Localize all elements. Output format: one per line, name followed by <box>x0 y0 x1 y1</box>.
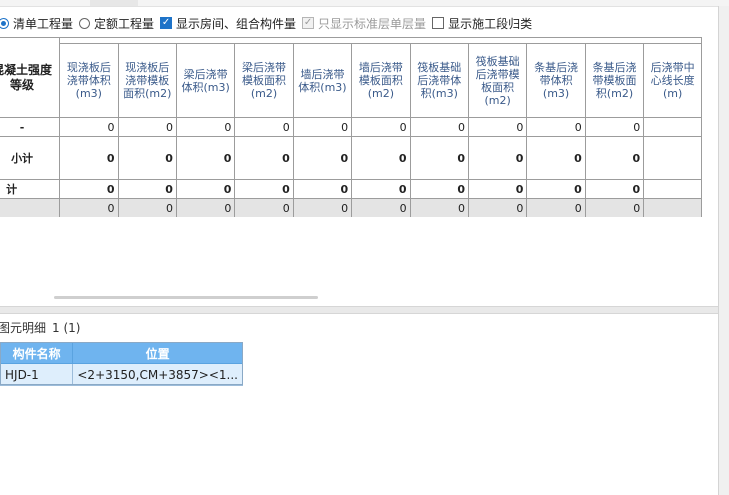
detail-row[interactable]: HJD-1 <2+3150,CM+3857><1... <box>0 363 243 386</box>
cell-value[interactable]: 0 <box>584 198 645 217</box>
option-bill-quantity[interactable]: 清单工程量 <box>0 15 73 32</box>
total-row[interactable]: 计 0 0 0 0 0 0 0 0 0 0 <box>0 179 702 199</box>
panel-splitter[interactable] <box>0 306 718 314</box>
option-label: 只显示标准层单层量 <box>318 16 427 31</box>
detail-table-container: 构件名称 位置 HJD-1 <2+3150,CM+3857><1... <box>0 342 243 386</box>
cell-value[interactable]: 0 <box>59 136 119 180</box>
cell-value[interactable]: 0 <box>59 179 119 199</box>
detail-panel-title: 图元明细 1 (1) <box>0 319 80 336</box>
cell-value[interactable]: 0 <box>234 198 294 217</box>
cell-value[interactable] <box>643 179 702 199</box>
row-label: 计 <box>0 179 61 199</box>
table-row[interactable]: - 0 0 0 0 0 0 0 0 0 0 <box>0 117 702 137</box>
cell-value[interactable]: 0 <box>467 198 528 217</box>
option-label: 定额工程量 <box>94 16 155 31</box>
grand-total-row[interactable]: 0 0 0 0 0 0 0 0 0 0 <box>0 198 702 217</box>
cell-value[interactable]: 0 <box>351 136 411 180</box>
cell-value[interactable]: 0 <box>351 198 411 217</box>
option-label: 清单工程量 <box>13 16 74 31</box>
cell-value[interactable]: 0 <box>409 179 469 199</box>
detail-count: 1 (1) <box>52 321 81 335</box>
column-header[interactable]: 条基后浇带体积(m3) <box>526 43 586 118</box>
column-header[interactable]: 构件名称 <box>0 342 74 364</box>
top-tab-strip <box>0 0 729 7</box>
row-label: 小计 <box>0 136 61 180</box>
cell-value[interactable]: 0 <box>59 198 119 217</box>
cell-value[interactable]: 0 <box>351 179 411 199</box>
cell-value[interactable]: 0 <box>351 117 411 137</box>
cell-value[interactable]: 0 <box>117 117 177 137</box>
tab-stub[interactable] <box>90 0 138 6</box>
checkbox-checked-icon[interactable]: ✓ <box>160 17 173 29</box>
cell-value[interactable]: 0 <box>175 117 236 137</box>
cell-value[interactable]: 0 <box>409 136 469 180</box>
cell-value[interactable]: 0 <box>526 179 586 199</box>
column-header[interactable]: 位置 <box>72 342 243 364</box>
right-panel-edge <box>718 6 729 495</box>
cell-value[interactable]: 0 <box>467 179 528 199</box>
cell-value[interactable] <box>643 198 702 217</box>
column-header[interactable]: 筏板基础后浇带体积(m3) <box>409 43 469 118</box>
cell-value[interactable] <box>643 136 702 180</box>
column-header[interactable]: 条基后浇带模板面积(m2) <box>584 43 645 118</box>
option-show-construction-section[interactable]: 显示施工段归类 <box>432 15 532 32</box>
column-header[interactable]: 现浇板后浇带模板面积(m2) <box>117 43 177 118</box>
option-quota-quantity[interactable]: 定额工程量 <box>79 15 154 32</box>
header-row: 现浇板后浇带体积(m3) 现浇板后浇带模板面积(m2) 梁后浇带体积(m3) 梁… <box>0 43 702 118</box>
column-header[interactable]: 墙后浇带体积(m3) <box>292 43 353 118</box>
option-standard-floor-only: ✓ 只显示标准层单层量 <box>302 15 426 32</box>
cell-value[interactable]: 0 <box>175 179 236 199</box>
cell-value[interactable]: 0 <box>292 198 353 217</box>
column-header[interactable]: 梁后浇带模板面积(m2) <box>234 43 294 118</box>
component-name-cell[interactable]: HJD-1 <box>0 363 74 386</box>
column-header[interactable]: 梁后浇带体积(m3) <box>175 43 236 118</box>
cell-value[interactable]: 0 <box>409 198 469 217</box>
cell-value[interactable]: 0 <box>467 136 528 180</box>
row-header-title: 混凝土强度等级 <box>0 37 61 118</box>
cell-value[interactable]: 0 <box>234 179 294 199</box>
row-label <box>0 198 61 217</box>
radio-unchecked-icon[interactable] <box>79 17 91 29</box>
quantity-grid[interactable]: 混凝土强度等级 现浇板后浇带体积(m3) 现浇板后浇带模板面积(m2) 梁后浇带… <box>0 37 718 217</box>
cell-value[interactable]: 0 <box>526 136 586 180</box>
option-show-room-combo[interactable]: ✓ 显示房间、组合构件量 <box>160 15 296 32</box>
cell-value[interactable]: 0 <box>234 136 294 180</box>
cell-value[interactable]: 0 <box>584 179 645 199</box>
cell-value[interactable]: 0 <box>59 117 119 137</box>
option-label: 显示施工段归类 <box>448 16 533 31</box>
cell-value[interactable]: 0 <box>409 117 469 137</box>
cell-value[interactable]: 0 <box>292 117 353 137</box>
column-header[interactable]: 现浇板后浇带体积(m3) <box>59 43 119 118</box>
cell-value[interactable]: 0 <box>526 117 586 137</box>
horizontal-scrollbar-thumb[interactable] <box>54 296 318 299</box>
option-label: 显示房间、组合构件量 <box>176 16 297 31</box>
cell-value[interactable]: 0 <box>584 117 645 137</box>
column-header[interactable]: 后浇带中心线长度(m) <box>643 43 702 118</box>
subtotal-row[interactable]: 小计 0 0 0 0 0 0 0 0 0 0 <box>0 136 702 180</box>
detail-title-text: 图元明细 <box>0 321 47 335</box>
row-label: - <box>0 117 61 137</box>
cell-value[interactable]: 0 <box>175 198 236 217</box>
cell-value[interactable]: 0 <box>117 179 177 199</box>
position-cell[interactable]: <2+3150,CM+3857><1... <box>72 363 243 386</box>
radio-checked-icon[interactable] <box>0 17 9 29</box>
column-header[interactable]: 筏板基础后浇带模板面积(m2) <box>467 43 528 118</box>
cell-value[interactable]: 0 <box>292 179 353 199</box>
checkbox-unchecked-icon[interactable] <box>432 17 445 29</box>
cell-value[interactable]: 0 <box>175 136 236 180</box>
cell-value[interactable]: 0 <box>117 136 177 180</box>
cell-value[interactable]: 0 <box>584 136 645 180</box>
quantity-table: 混凝土强度等级 现浇板后浇带体积(m3) 现浇板后浇带模板面积(m2) 梁后浇带… <box>0 37 702 217</box>
cell-value[interactable]: 0 <box>526 198 586 217</box>
detail-table: 构件名称 位置 HJD-1 <2+3150,CM+3857><1... <box>0 342 243 386</box>
column-header[interactable]: 墙后浇带模板面积(m2) <box>351 43 411 118</box>
detail-header-row: 构件名称 位置 <box>0 342 243 364</box>
quantity-options-toolbar: 清单工程量 定额工程量 ✓ 显示房间、组合构件量 ✓ 只显示标准层单层量 显示施… <box>0 12 538 34</box>
cell-value[interactable] <box>643 117 702 137</box>
cell-value[interactable]: 0 <box>117 198 177 217</box>
cell-value[interactable]: 0 <box>467 117 528 137</box>
cell-value[interactable]: 0 <box>234 117 294 137</box>
checkbox-disabled-checked-icon: ✓ <box>302 17 315 29</box>
cell-value[interactable]: 0 <box>292 136 353 180</box>
